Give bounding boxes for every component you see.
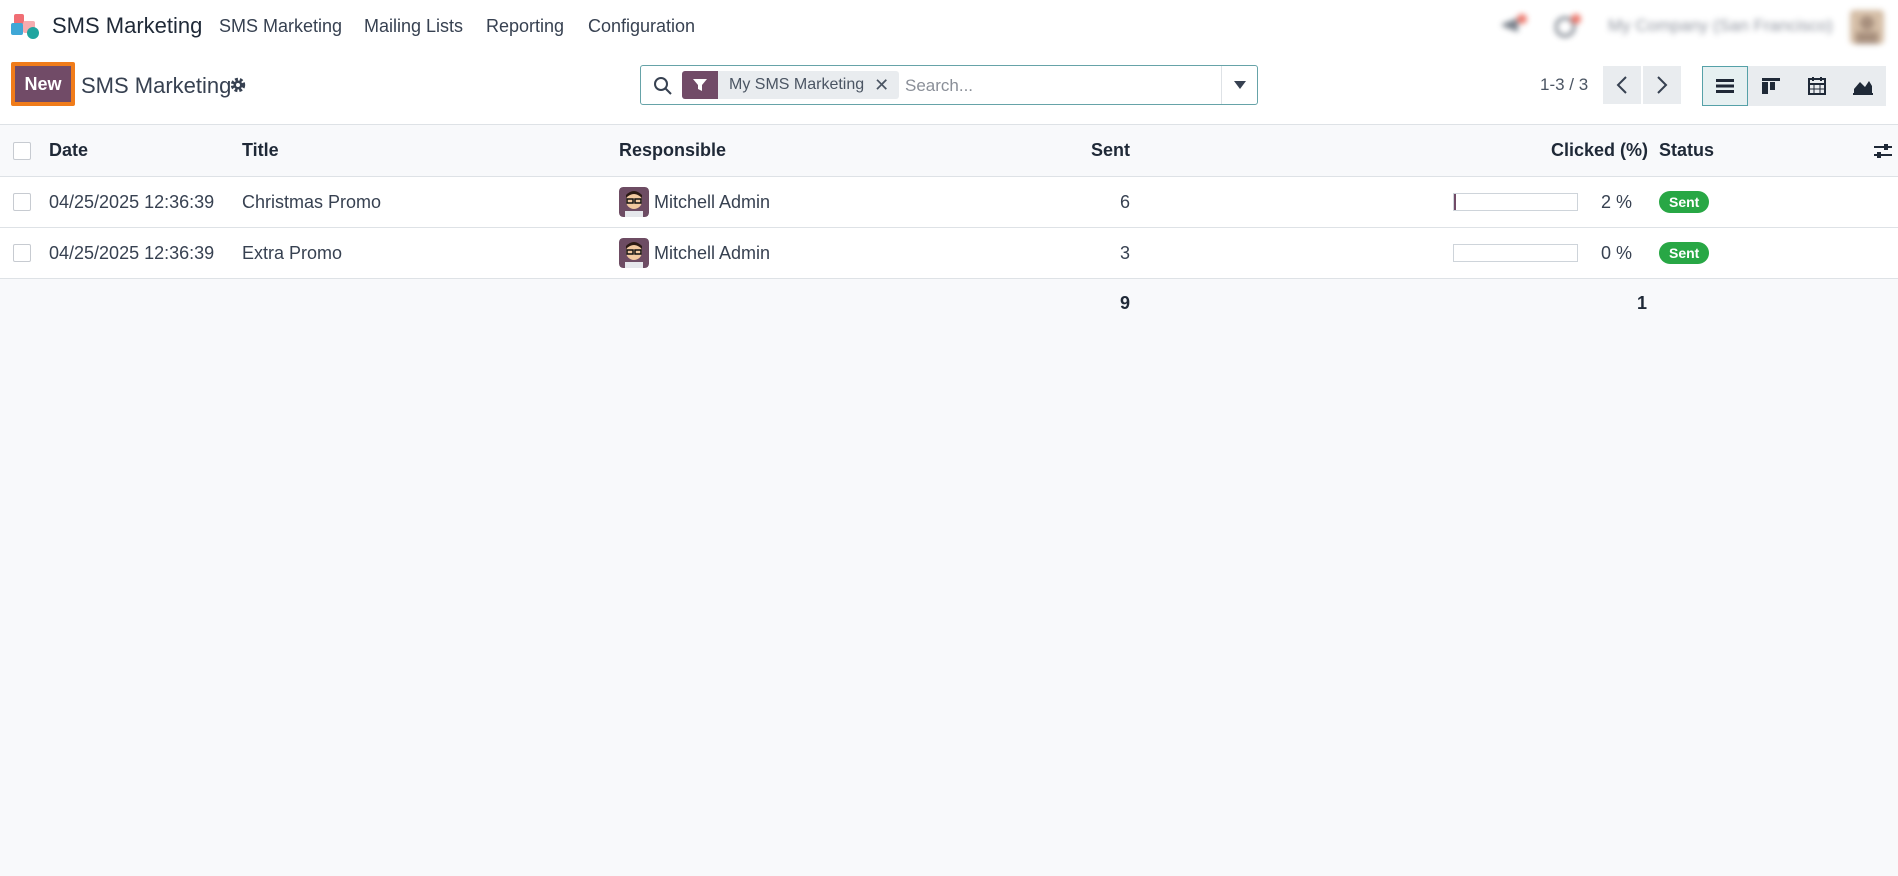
facet-label: My SMS Marketing: [729, 76, 865, 93]
area-chart-icon: [1853, 81, 1873, 95]
menu-reporting[interactable]: Reporting: [486, 16, 564, 37]
chevron-left-icon: [1616, 76, 1627, 94]
table-row[interactable]: 04/25/2025 12:36:39 Extra Promo Mitchell…: [0, 228, 1898, 279]
list-view-button[interactable]: [1702, 66, 1748, 106]
column-date[interactable]: Date: [49, 125, 88, 176]
row-responsible: Mitchell Admin: [619, 177, 770, 227]
column-sent[interactable]: Sent: [1000, 125, 1130, 176]
column-responsible[interactable]: Responsible: [619, 125, 726, 176]
search-facet: My SMS Marketing ✕: [682, 71, 900, 99]
table-row[interactable]: 04/25/2025 12:36:39 Christmas Promo Mitc…: [0, 177, 1898, 228]
pager-value[interactable]: 1-3 / 3: [1540, 75, 1588, 95]
app-name[interactable]: SMS Marketing: [52, 13, 202, 39]
column-status[interactable]: Status: [1659, 125, 1714, 176]
status-badge: Sent: [1659, 242, 1710, 264]
calendar-icon: [1808, 77, 1826, 95]
calendar-view-button[interactable]: [1794, 66, 1840, 106]
facet-remove-icon[interactable]: ✕: [874, 75, 899, 96]
pager-previous-button[interactable]: [1603, 66, 1641, 104]
row-sent: 6: [1119, 191, 1130, 212]
responsible-name: Mitchell Admin: [654, 191, 771, 212]
row-sent: 3: [1119, 242, 1130, 263]
mailing-list-table: Date Title Responsible Sent Clicked (%) …: [0, 125, 1898, 327]
row-checkbox[interactable]: [13, 193, 31, 211]
row-title: Extra Promo: [242, 242, 343, 263]
company-switcher[interactable]: My Company (San Francisco): [1608, 16, 1833, 36]
total-clicked: 1: [1636, 292, 1647, 313]
row-checkbox[interactable]: [13, 244, 31, 262]
caret-down-icon: [1233, 81, 1246, 89]
column-clicked[interactable]: Clicked (%): [1500, 125, 1648, 176]
row-clicked-progress: [1453, 228, 1578, 278]
row-responsible: Mitchell Admin: [619, 228, 770, 278]
table-header: Date Title Responsible Sent Clicked (%) …: [0, 125, 1898, 177]
menu-sms-marketing[interactable]: SMS Marketing: [219, 16, 342, 37]
responsible-name: Mitchell Admin: [654, 242, 771, 263]
kanban-icon: [1762, 78, 1780, 94]
row-date: 04/25/2025 12:36:39: [49, 242, 215, 263]
pager-next-button[interactable]: [1643, 66, 1681, 104]
search-icon[interactable]: [653, 76, 673, 96]
page-title: SMS Marketing: [81, 73, 232, 98]
avatar: [619, 238, 649, 268]
list-icon: [1716, 79, 1734, 93]
select-all-checkbox[interactable]: [13, 141, 31, 160]
menu-configuration[interactable]: Configuration: [588, 16, 695, 37]
activity-clock-icon[interactable]: [1554, 14, 1583, 43]
total-sent: 9: [1119, 292, 1130, 313]
kanban-view-button[interactable]: [1748, 66, 1794, 106]
new-button[interactable]: New: [11, 62, 75, 106]
row-clicked: 0 %: [1600, 242, 1632, 263]
progress-bar: [1453, 244, 1578, 262]
progress-bar: [1453, 193, 1578, 211]
filter-icon: [682, 71, 718, 99]
column-title[interactable]: Title: [242, 125, 279, 176]
sliders-icon: [1874, 143, 1892, 158]
top-navbar: SMS Marketing SMS Marketing Mailing List…: [0, 0, 1898, 53]
search-options-toggle[interactable]: [1221, 66, 1257, 104]
table-totals-row: 9 1: [0, 279, 1898, 327]
row-title: Christmas Promo: [242, 191, 382, 212]
menu-mailing-lists[interactable]: Mailing Lists: [364, 16, 463, 37]
search-input[interactable]: [905, 72, 1215, 100]
search-bar: My SMS Marketing ✕: [640, 65, 1258, 105]
row-clicked-progress: [1453, 177, 1578, 227]
messaging-icon[interactable]: [1500, 14, 1528, 43]
control-panel: New SMS Marketing My SMS Marketing ✕ 1-3…: [0, 53, 1898, 125]
avatar: [619, 187, 649, 217]
sms-marketing-app-icon[interactable]: [11, 14, 39, 40]
user-avatar[interactable]: [1850, 10, 1884, 49]
chevron-right-icon: [1657, 76, 1668, 94]
row-date: 04/25/2025 12:36:39: [49, 191, 215, 212]
status-badge: Sent: [1659, 191, 1710, 213]
row-clicked: 2 %: [1600, 191, 1632, 212]
gear-icon[interactable]: [229, 76, 247, 94]
optional-columns-toggle[interactable]: [1873, 125, 1893, 176]
graph-view-button[interactable]: [1840, 66, 1886, 106]
